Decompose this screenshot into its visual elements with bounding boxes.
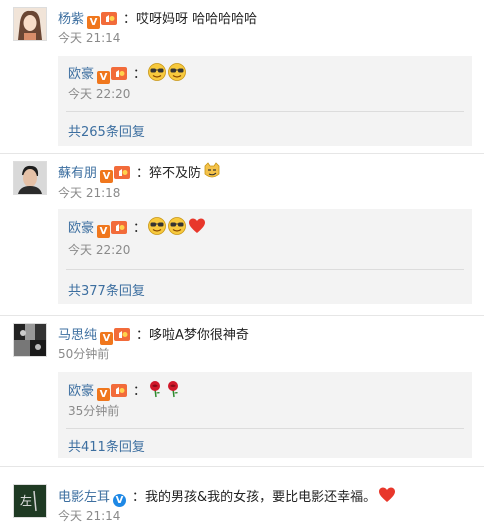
comment-text: ：我的男孩&我的女孩，要比电影还幸福。 [132,490,377,505]
cool-face-emoji-icon [168,63,187,81]
verified-v-icon[interactable]: V [113,494,127,507]
avatar[interactable]: 左 [13,484,47,518]
comment-time: 50分钟前 [58,347,110,361]
author-name[interactable]: 马思纯 [58,328,97,343]
cool-face-emoji-icon [148,63,167,81]
comment-text: ：哆啦A梦你很神奇 [136,328,249,343]
badges: V [87,12,118,29]
reply-text: ： [133,221,147,236]
reply-header: 欧豪 V ： [68,217,206,238]
verified-v-icon[interactable]: V [97,225,111,238]
badges: V [113,492,127,507]
reply-header: 欧豪 V ： [68,380,182,401]
reply-time: 今天 22:20 [68,87,131,101]
reply-author[interactable]: 欧豪 [68,221,94,236]
reply-box: 欧豪 V ： 35分钟前 共411条回复 [58,372,472,458]
fan-badge-icon[interactable] [111,221,128,234]
fan-badge-icon[interactable] [111,67,128,80]
smirk-cat-emoji-icon [204,162,220,178]
heart-emoji-icon [379,487,396,502]
fan-badge-icon[interactable] [114,328,131,341]
author-name[interactable]: 电影左耳 [58,490,110,505]
verified-v-icon[interactable]: V [100,332,114,345]
cool-face-emoji-icon [148,217,167,235]
comment-header: 马思纯 V ：哆啦A梦你很神奇 [58,324,249,345]
rose-emoji-icon [167,380,179,398]
author-name[interactable]: 杨紫 [58,12,84,27]
reply-author[interactable]: 欧豪 [68,384,94,399]
comment-thread: 左 电影左耳 V ：我的男孩&我的女孩，要比电影还幸福。 今天 21:14 [0,467,484,525]
badges: V [97,384,128,401]
reply-text: ： [133,384,147,399]
badges: V [100,328,131,345]
verified-v-icon[interactable]: V [97,71,111,84]
comment-time: 今天 21:14 [58,509,121,523]
divider [66,111,464,112]
reply-author[interactable]: 欧豪 [68,67,94,82]
comment-time: 今天 21:14 [58,31,121,45]
verified-v-icon[interactable]: V [87,16,101,29]
fan-badge-icon[interactable] [114,166,131,179]
comment-header: 蘇有朋 V ：猝不及防 [58,162,221,183]
avatar[interactable] [13,161,47,195]
badges: V [97,67,128,84]
comment-header: 电影左耳 V ：我的男孩&我的女孩，要比电影还幸福。 [58,486,396,507]
divider [66,428,464,429]
comment-thread: 蘇有朋 V ：猝不及防 今天 21:18 欧豪 V： 今天 22:20 共377条回复 [0,154,484,316]
divider [66,269,464,270]
rose-emoji-icon [149,380,161,398]
comment-text: ：哎呀妈呀 哈哈哈哈哈 [123,12,258,27]
reply-time: 35分钟前 [68,404,120,418]
comment-thread: 杨紫 V ：哎呀妈呀 哈哈哈哈哈 今天 21:14 欧豪 V： 今天 22:20 共2… [0,0,484,154]
comment-text: ：猝不及防 [136,166,202,181]
comment-thread: 马思纯 V ：哆啦A梦你很神奇 50分钟前 欧豪 V： 35分钟前 共411条回复 [0,316,484,467]
cool-face-emoji-icon [168,217,187,235]
reply-header: 欧豪 V ： [68,63,187,84]
reply-box: 欧豪 V ： 今天 22:20 共377条回复 [58,209,472,304]
avatar[interactable] [13,7,47,41]
reply-time: 今天 22:20 [68,243,131,257]
verified-v-icon[interactable]: V [100,170,114,183]
reply-box: 欧豪 V ： 今天 22:20 共265条回复 [58,56,472,146]
heart-emoji-icon [189,218,206,233]
badges: V [100,166,131,183]
more-replies-link[interactable]: 共411条回复 [68,436,145,455]
author-name[interactable]: 蘇有朋 [58,166,97,181]
svg-text:左: 左 [20,493,32,508]
more-replies-link[interactable]: 共377条回复 [68,280,145,299]
verified-v-icon[interactable]: V [97,388,111,401]
fan-badge-icon[interactable] [101,12,118,25]
more-replies-link[interactable]: 共265条回复 [68,121,145,140]
fan-badge-icon[interactable] [111,384,128,397]
comment-time: 今天 21:18 [58,186,121,200]
avatar[interactable] [13,323,47,357]
reply-text: ： [133,67,147,82]
badges: V [97,221,128,238]
comment-header: 杨紫 V ：哎呀妈呀 哈哈哈哈哈 [58,8,257,29]
